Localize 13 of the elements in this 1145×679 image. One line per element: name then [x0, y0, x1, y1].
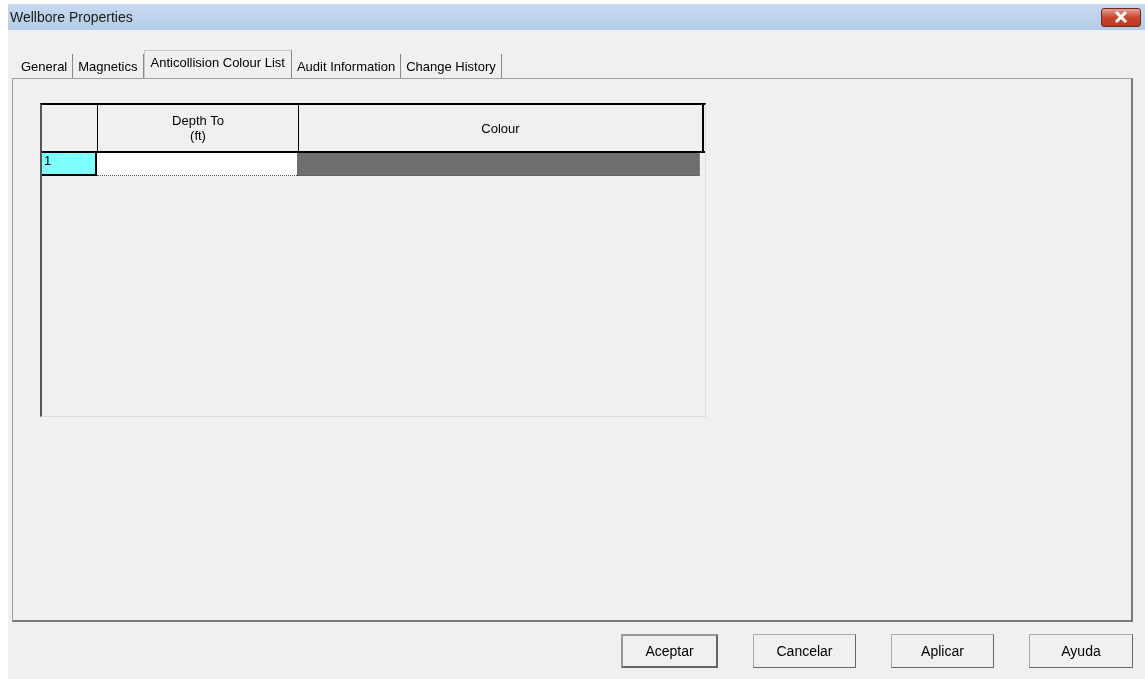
dialog-button[interactable]: Aceptar	[621, 634, 718, 668]
close-button[interactable]	[1101, 7, 1141, 27]
column-header[interactable]: Depth To (ft)	[98, 105, 299, 151]
tab[interactable]: Anticollision Colour List	[143, 50, 292, 78]
dialog-button[interactable]: Aplicar	[891, 634, 994, 668]
dialog-button[interactable]: Cancelar	[753, 634, 856, 668]
window-title: Wellbore Properties	[10, 9, 133, 25]
close-icon	[1114, 11, 1128, 23]
dialog-button[interactable]: Ayuda	[1029, 634, 1133, 668]
colour-cell[interactable]	[297, 153, 700, 176]
row-header[interactable]: 1	[42, 153, 97, 176]
column-header[interactable]: Colour	[299, 105, 704, 151]
table-cell[interactable]	[97, 153, 297, 176]
